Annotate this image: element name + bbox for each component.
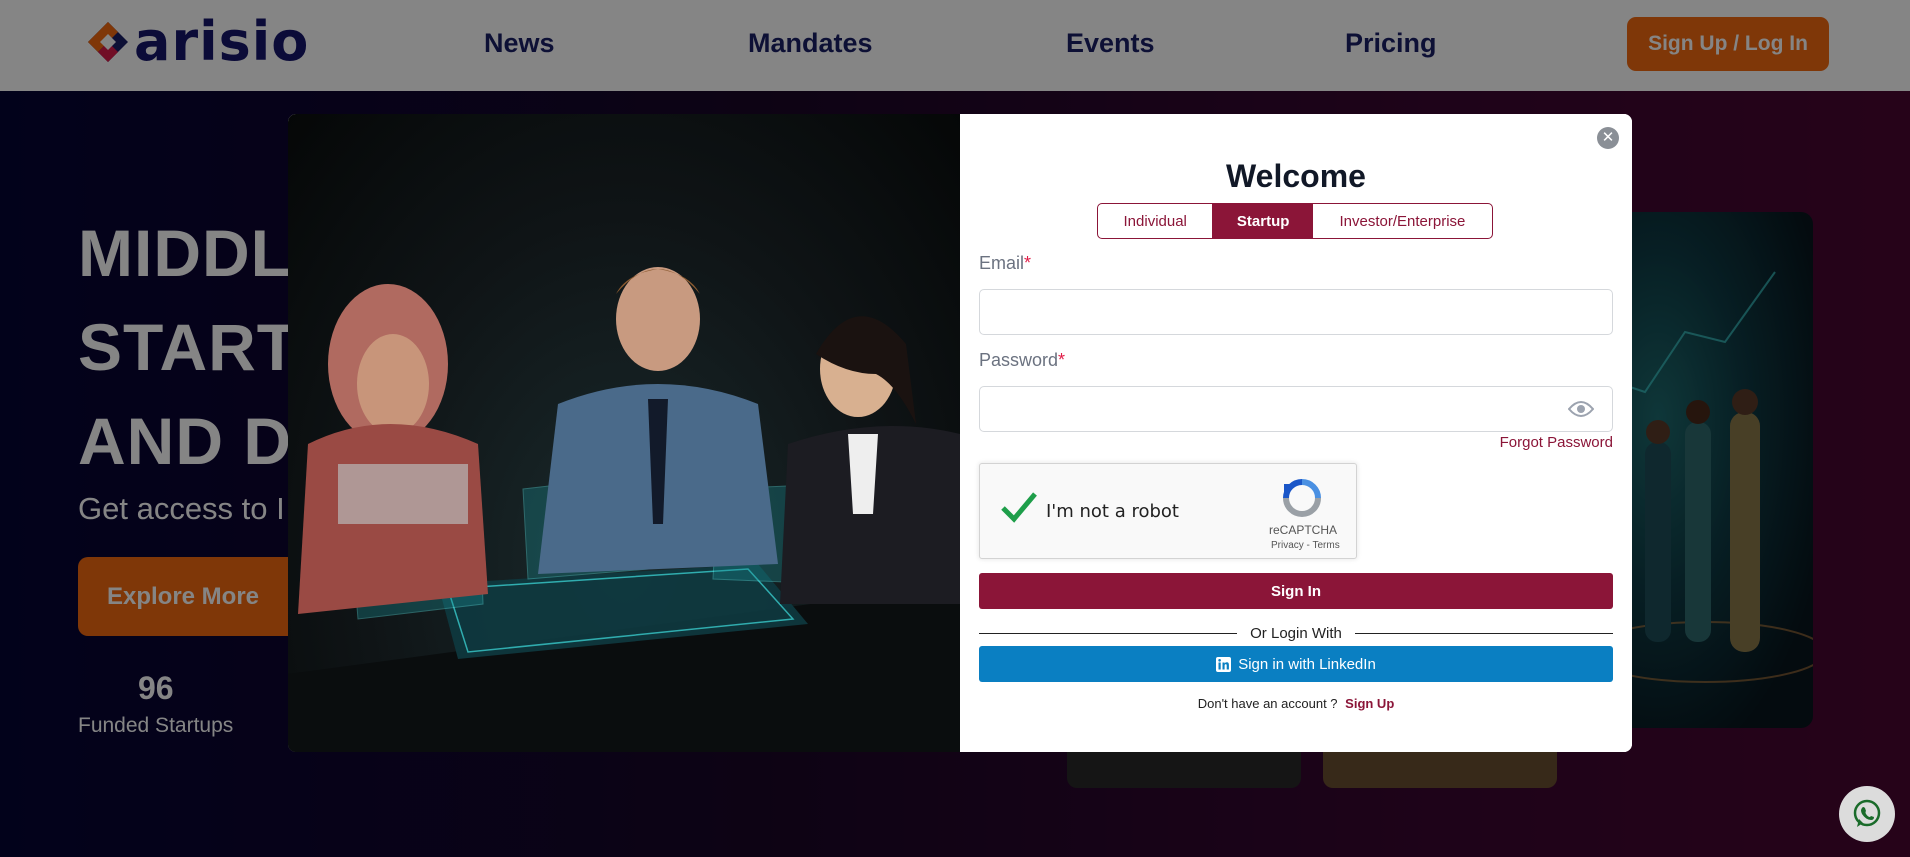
- no-account-text: Don't have an account ?: [1197, 696, 1338, 711]
- or-login-divider: Or Login With: [979, 625, 1613, 643]
- login-form-panel: ✕ Welcome Individual Startup Investor/En…: [960, 114, 1632, 752]
- signup-prompt: Don't have an account ? Sign Up: [960, 696, 1632, 711]
- linkedin-signin-button[interactable]: Sign in with LinkedIn: [979, 646, 1613, 682]
- email-label: Email*: [979, 253, 1032, 273]
- required-mark: *: [1058, 350, 1066, 370]
- close-icon[interactable]: ✕: [1597, 127, 1619, 149]
- account-type-tabs: Individual Startup Investor/Enterprise: [1097, 203, 1493, 239]
- modal-title: Welcome: [1226, 158, 1366, 194]
- password-field[interactable]: [979, 386, 1613, 432]
- email-field[interactable]: [979, 289, 1613, 335]
- linkedin-icon: [1216, 656, 1232, 672]
- modal-illustration: [288, 114, 960, 752]
- captcha-brand: reCAPTCHA: [1269, 523, 1338, 537]
- checkmark-icon[interactable]: [1000, 490, 1038, 524]
- eye-icon[interactable]: [1568, 400, 1594, 418]
- tab-investor-enterprise[interactable]: Investor/Enterprise: [1313, 204, 1492, 238]
- password-label: Password*: [979, 350, 1066, 370]
- sign-in-button[interactable]: Sign In: [979, 573, 1613, 609]
- tab-startup[interactable]: Startup: [1213, 204, 1313, 238]
- tab-individual[interactable]: Individual: [1098, 204, 1214, 238]
- divider-text: Or Login With: [1250, 625, 1342, 642]
- recaptcha-widget: I'm not a robot reCAPTCHA Privacy - Term…: [979, 463, 1357, 559]
- required-mark: *: [1024, 253, 1032, 273]
- login-modal: ✕ Welcome Individual Startup Investor/En…: [288, 114, 1632, 752]
- whatsapp-button[interactable]: [1839, 786, 1895, 842]
- modal-illustration-art: [288, 267, 960, 752]
- signup-link[interactable]: Sign Up: [1345, 696, 1394, 711]
- captcha-label: I'm not a robot: [1046, 501, 1179, 522]
- recaptcha-icon: [1283, 479, 1321, 517]
- captcha-links[interactable]: Privacy - Terms: [1271, 540, 1340, 551]
- linkedin-button-label: Sign in with LinkedIn: [1238, 655, 1376, 673]
- forgot-password-link[interactable]: Forgot Password: [1500, 434, 1613, 451]
- whatsapp-icon: [1853, 799, 1881, 827]
